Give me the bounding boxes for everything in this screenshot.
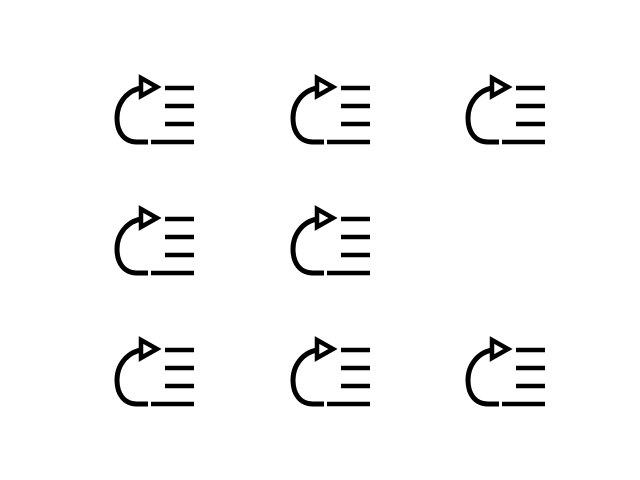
redo-list-icon: [461, 332, 551, 412]
redo-list-icon: [110, 201, 200, 281]
redo-list-icon: [461, 70, 551, 150]
redo-list-icon: [286, 70, 376, 150]
icon-grid: [0, 0, 640, 480]
redo-list-icon: [110, 332, 200, 412]
redo-list-icon: [110, 70, 200, 150]
redo-list-icon: [286, 201, 376, 281]
redo-list-icon: [286, 332, 376, 412]
